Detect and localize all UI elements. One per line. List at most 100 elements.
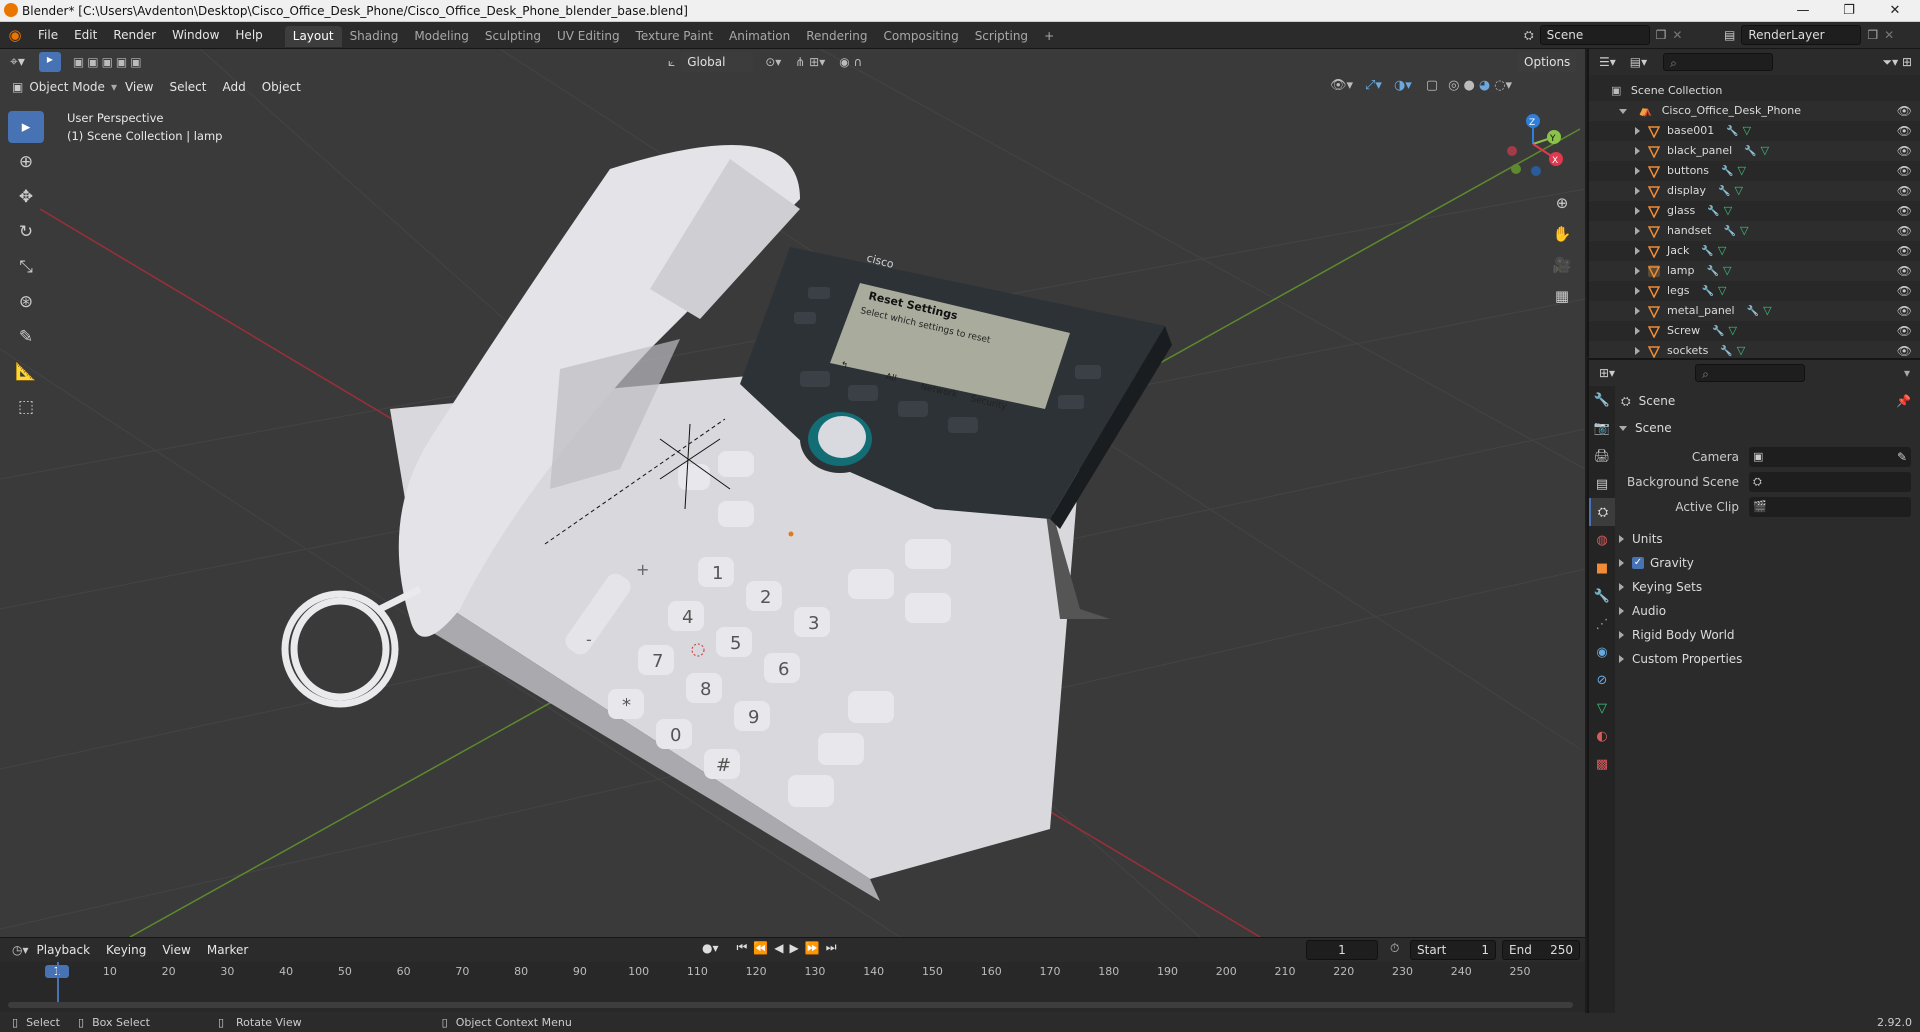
selection-mode-icons[interactable]: ▣▣▣▣▣ — [73, 55, 145, 69]
rotate-tool-icon[interactable]: ↻ — [8, 216, 44, 248]
current-frame-field[interactable]: 1 — [1306, 940, 1378, 960]
mesh-data-icon[interactable]: ▽ — [1723, 264, 1731, 277]
expand-object-icon[interactable] — [1635, 167, 1640, 175]
delete-view-layer-icon[interactable]: ✕ — [1884, 28, 1894, 42]
tab-uv-editing[interactable]: UV Editing — [549, 26, 628, 47]
measure-tool-icon[interactable]: 📐 — [8, 356, 44, 388]
outliner-object-row[interactable]: legs 🔧 ▽ 👁 — [1589, 281, 1920, 301]
properties-search-input[interactable]: ⌕ — [1695, 364, 1806, 382]
outliner-object-row[interactable]: Jack 🔧 ▽ 👁 — [1589, 241, 1920, 261]
hold-key[interactable] — [905, 539, 951, 569]
modifier-icon[interactable]: 🔧 — [1747, 306, 1759, 317]
constraints-tab-icon[interactable]: ⊘ — [1589, 666, 1615, 694]
key-2[interactable]: 2 — [746, 581, 782, 611]
mesh-data-icon[interactable]: ▽ — [1737, 344, 1745, 357]
outliner-object-row[interactable]: black_panel 🔧 ▽ 👁 — [1589, 141, 1920, 161]
outliner-object-row[interactable]: lamp 🔧 ▽ 👁 — [1589, 261, 1920, 281]
menu-keying[interactable]: Keying — [98, 938, 154, 962]
eyedropper-icon[interactable]: ✎ — [1897, 450, 1907, 464]
new-scene-icon[interactable]: ❐ — [1656, 28, 1667, 42]
key-3[interactable]: 3 — [794, 607, 830, 637]
tab-layout[interactable]: Layout — [284, 26, 342, 47]
outliner-object-row[interactable]: handset 🔧 ▽ 👁 — [1589, 221, 1920, 241]
add-cube-tool-icon[interactable]: ⬚ — [8, 391, 44, 423]
editor-type-icon[interactable]: ⌖▾ — [10, 54, 25, 70]
play-icon[interactable]: ▶ — [790, 941, 799, 955]
minimize-button[interactable]: — — [1780, 0, 1826, 22]
blender-menu-icon[interactable]: ◉ — [0, 26, 30, 44]
expand-object-icon[interactable] — [1635, 127, 1640, 135]
tab-animation[interactable]: Animation — [721, 26, 798, 47]
mesh-data-icon[interactable]: ▽ — [1724, 204, 1732, 217]
modifier-icon[interactable]: 🔧 — [1744, 146, 1756, 157]
outliner-object-row[interactable]: buttons 🔧 ▽ 👁 — [1589, 161, 1920, 181]
visibility-eye-icon[interactable]: 👁 — [1897, 141, 1912, 161]
output-tab-icon[interactable]: 🖨 — [1589, 442, 1615, 470]
key-hash[interactable]: # — [704, 749, 740, 779]
scene-tab-icon[interactable]: ⛭ — [1589, 498, 1615, 526]
subpanel-header[interactable]: Custom Properties — [1619, 647, 1919, 671]
end-frame-field[interactable]: End 250 — [1502, 940, 1580, 960]
headset-key[interactable] — [818, 733, 864, 765]
particles-tab-icon[interactable]: ⋰ — [1589, 610, 1615, 638]
subpanel-header[interactable]: ✓ Gravity — [1619, 551, 1919, 575]
mesh-data-icon[interactable]: ▽ — [1735, 184, 1743, 197]
expand-object-icon[interactable] — [1635, 267, 1640, 275]
object-tab-icon[interactable]: ■ — [1589, 554, 1615, 582]
display-mode-icon[interactable]: ▤▾ — [1630, 55, 1647, 69]
timeline-scrollbar[interactable] — [8, 1002, 1573, 1008]
outliner-editor-icon[interactable]: ☰▾ — [1599, 55, 1616, 69]
visibility-eye-icon[interactable]: 👁 — [1897, 321, 1912, 341]
outliner-object-row[interactable]: glass 🔧 ▽ 👁 — [1589, 201, 1920, 221]
visibility-eye-icon[interactable]: 👁 — [1897, 281, 1912, 301]
data-tab-icon[interactable]: ▽ — [1589, 694, 1615, 722]
play-reverse-icon[interactable]: ◀ — [774, 941, 783, 955]
subpanel-header[interactable]: Keying Sets — [1619, 575, 1919, 599]
menu-help[interactable]: Help — [227, 22, 270, 49]
tab-sculpting[interactable]: Sculpting — [477, 26, 549, 47]
key-4[interactable]: 4 — [668, 601, 704, 631]
gravity-checkbox[interactable]: ✓ — [1632, 557, 1644, 569]
material-shading-icon[interactable]: ◕ — [1479, 78, 1490, 93]
transfer-key[interactable] — [848, 569, 894, 599]
proportional-edit-icon[interactable]: ◉ ∩ — [839, 55, 862, 69]
modifier-icon[interactable]: 🔧 — [1726, 126, 1738, 137]
start-frame-field[interactable]: Start 1 — [1410, 940, 1496, 960]
xray-toggle-icon[interactable]: ▢ — [1426, 78, 1438, 93]
3d-viewport[interactable]: cisco Reset Settings Select which settin… — [0, 49, 1585, 937]
camera-view-icon[interactable]: 🎥 — [1548, 251, 1576, 279]
perspective-toggle-icon[interactable]: ▦ — [1548, 282, 1576, 310]
tree-scene-collection[interactable]: ▣ Scene Collection — [1589, 81, 1920, 101]
tab-compositing[interactable]: Compositing — [875, 26, 966, 47]
modifier-icon[interactable]: 🔧 — [1718, 186, 1730, 197]
visibility-eye-icon[interactable]: 👁 — [1897, 301, 1912, 321]
subpanel-header[interactable]: Audio — [1619, 599, 1919, 623]
key-star[interactable]: * — [608, 689, 644, 719]
menu-file[interactable]: File — [30, 22, 66, 49]
mesh-data-icon[interactable]: ▽ — [1737, 164, 1745, 177]
camera-field[interactable]: ▣ ✎ — [1749, 446, 1911, 467]
texture-tab-icon[interactable]: ▩ — [1589, 750, 1615, 778]
mesh-data-icon[interactable]: ▽ — [1740, 224, 1748, 237]
key-6[interactable]: 6 — [764, 653, 800, 683]
overlay-toggle-icon[interactable]: ◑▾ — [1394, 78, 1412, 93]
orientation-dropdown[interactable]: Global — [681, 52, 754, 72]
expand-object-icon[interactable] — [1635, 227, 1640, 235]
physics-tab-icon[interactable]: ◉ — [1589, 638, 1615, 666]
properties-editor-icon[interactable]: ⊞▾ — [1599, 366, 1615, 380]
mesh-data-icon[interactable]: ▽ — [1743, 124, 1751, 137]
key-9[interactable]: 9 — [734, 701, 770, 731]
expand-object-icon[interactable] — [1635, 327, 1640, 335]
filter-icon[interactable]: ⏷▾ ⊞ — [1883, 55, 1913, 70]
tool-tab-icon[interactable]: 🔧 — [1589, 386, 1615, 414]
applications-key[interactable] — [718, 501, 754, 527]
visibility-eye-icon[interactable]: 👁 — [1897, 181, 1912, 201]
visibility-eye-icon[interactable]: 👁 — [1897, 101, 1912, 121]
visibility-eye-icon[interactable]: 👁 — [1897, 161, 1912, 181]
new-view-layer-icon[interactable]: ❐ — [1867, 28, 1878, 42]
material-tab-icon[interactable]: ◐ — [1589, 722, 1615, 750]
tab-texture-paint[interactable]: Texture Paint — [628, 26, 721, 47]
subpanel-header[interactable]: Rigid Body World — [1619, 623, 1919, 647]
key-7[interactable]: 7 — [638, 645, 674, 675]
expand-object-icon[interactable] — [1635, 307, 1640, 315]
